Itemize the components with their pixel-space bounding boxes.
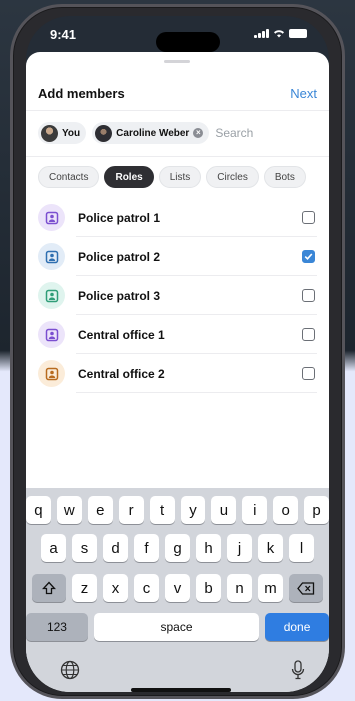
wifi-icon xyxy=(274,29,284,37)
keyboard-row-4: 123 space done xyxy=(26,613,329,641)
badge-icon xyxy=(38,243,65,270)
filter-lists[interactable]: Lists xyxy=(158,166,202,188)
battery-icon xyxy=(289,28,307,38)
keyboard-row-1: q w e r t y u i o p xyxy=(26,496,329,524)
key[interactable]: q xyxy=(26,496,51,524)
key[interactable]: m xyxy=(258,574,283,602)
filter-circles[interactable]: Circles xyxy=(206,166,259,188)
key[interactable]: k xyxy=(258,534,283,562)
badge-icon xyxy=(38,282,65,309)
role-label: Police patrol 2 xyxy=(78,250,161,264)
role-label: Central office 1 xyxy=(78,328,165,342)
signal-icon xyxy=(254,28,269,38)
next-button[interactable]: Next xyxy=(290,86,317,101)
remove-chip-icon[interactable]: × xyxy=(193,128,204,138)
backspace-key[interactable] xyxy=(289,574,323,602)
role-label: Police patrol 3 xyxy=(78,289,161,303)
home-indicator xyxy=(131,688,231,692)
chip-label: Caroline Weber xyxy=(116,127,190,139)
role-row[interactable]: Police patrol 1 xyxy=(26,198,329,237)
keyboard-row-2: a s d f g h j k l xyxy=(26,534,329,562)
role-row[interactable]: Central office 1 xyxy=(26,315,329,354)
globe-icon[interactable] xyxy=(60,660,80,685)
badge-icon xyxy=(38,204,65,231)
roles-list: Police patrol 1 Police patrol 2 Police p… xyxy=(26,198,329,393)
badge-icon xyxy=(38,360,65,387)
role-row[interactable]: Police patrol 3 xyxy=(26,276,329,315)
chip-label: You xyxy=(62,127,81,139)
key[interactable]: u xyxy=(211,496,237,524)
role-label: Central office 2 xyxy=(78,367,165,381)
role-checkbox[interactable] xyxy=(302,367,315,380)
key[interactable]: c xyxy=(134,574,159,602)
done-key[interactable]: done xyxy=(265,613,329,641)
sheet-grabber[interactable] xyxy=(164,60,190,63)
space-key[interactable]: space xyxy=(93,613,260,641)
sheet-title: Add members xyxy=(38,86,125,101)
role-checkbox[interactable] xyxy=(302,328,315,341)
key[interactable]: x xyxy=(103,574,128,602)
key[interactable]: y xyxy=(180,496,206,524)
add-members-sheet: Add members Next You Caroline Weber × Co… xyxy=(26,52,329,692)
row-divider xyxy=(76,392,317,393)
keyboard-row-3: z x c v b n m xyxy=(26,574,329,602)
search-divider xyxy=(26,156,329,157)
numbers-key[interactable]: 123 xyxy=(26,613,88,641)
status-time: 9:41 xyxy=(50,27,77,42)
screen: 9:41 Add members Next You Caroline Weber… xyxy=(26,16,329,692)
role-row[interactable]: Central office 2 xyxy=(26,354,329,393)
dynamic-island xyxy=(156,32,220,52)
backspace-icon xyxy=(297,581,315,595)
role-checkbox[interactable] xyxy=(302,289,315,302)
microphone-icon[interactable] xyxy=(291,660,305,685)
key[interactable]: p xyxy=(304,496,329,524)
key[interactable]: d xyxy=(103,534,128,562)
status-icons xyxy=(254,28,307,38)
filter-roles[interactable]: Roles xyxy=(104,166,154,188)
role-checkbox[interactable] xyxy=(302,211,315,224)
key[interactable]: j xyxy=(227,534,252,562)
key[interactable]: a xyxy=(41,534,66,562)
key[interactable]: h xyxy=(196,534,221,562)
avatar xyxy=(95,124,113,142)
key[interactable]: o xyxy=(273,496,299,524)
chip-caroline-weber[interactable]: Caroline Weber × xyxy=(92,122,210,144)
shift-icon xyxy=(42,581,56,595)
badge-icon xyxy=(38,321,65,348)
key[interactable]: e xyxy=(87,496,113,524)
header-divider xyxy=(26,110,329,111)
key[interactable]: i xyxy=(242,496,268,524)
key[interactable]: n xyxy=(227,574,252,602)
key[interactable]: l xyxy=(289,534,314,562)
status-bar: 9:41 xyxy=(26,16,329,52)
shift-key[interactable] xyxy=(32,574,66,602)
key[interactable]: g xyxy=(165,534,190,562)
key[interactable]: z xyxy=(72,574,97,602)
key[interactable]: r xyxy=(118,496,144,524)
role-row[interactable]: Police patrol 2 xyxy=(26,237,329,276)
role-label: Police patrol 1 xyxy=(78,211,161,225)
key[interactable]: t xyxy=(149,496,175,524)
keyboard: q w e r t y u i o p a s d f g h j k l z … xyxy=(26,488,329,692)
key[interactable]: w xyxy=(56,496,82,524)
key[interactable]: b xyxy=(196,574,221,602)
key[interactable]: f xyxy=(134,534,159,562)
selected-members: You Caroline Weber × xyxy=(38,122,276,144)
filter-tabs: Contacts Roles Lists Circles Bots xyxy=(38,166,306,188)
filter-contacts[interactable]: Contacts xyxy=(38,166,100,188)
search-input[interactable] xyxy=(215,126,276,140)
role-checkbox-checked[interactable] xyxy=(302,250,315,263)
checkmark-icon xyxy=(304,253,313,260)
avatar xyxy=(41,124,58,142)
key[interactable]: v xyxy=(165,574,190,602)
filter-bots[interactable]: Bots xyxy=(263,166,306,188)
chip-you[interactable]: You xyxy=(38,122,87,144)
key[interactable]: s xyxy=(72,534,97,562)
